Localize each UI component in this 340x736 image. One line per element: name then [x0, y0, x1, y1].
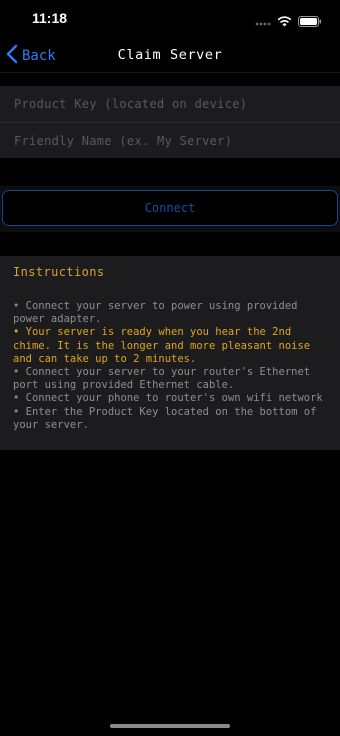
- navigation-bar: Back Claim Server: [0, 40, 340, 73]
- instruction-item-highlight: • Your server is ready when you hear the…: [13, 326, 311, 365]
- product-key-input[interactable]: [14, 97, 324, 111]
- status-bar: 11:18: [0, 0, 340, 40]
- instruction-item: • Connect your phone to router's own wif…: [13, 392, 323, 405]
- instructions-panel: Instructions • Connect your server to po…: [0, 256, 340, 450]
- instruction-item: • Connect your server to your router's E…: [13, 366, 311, 392]
- friendly-name-input[interactable]: [14, 133, 324, 148]
- wifi-icon: [277, 12, 292, 31]
- connect-section: Connect: [0, 186, 340, 232]
- instruction-item: • Enter the Product Key located on the b…: [13, 405, 317, 431]
- signal-dots-icon: [255, 12, 271, 31]
- friendly-name-row: [0, 122, 340, 158]
- battery-icon: [298, 12, 322, 31]
- page-title: Claim Server: [117, 47, 223, 63]
- home-indicator[interactable]: [110, 724, 230, 728]
- product-key-row: [0, 86, 340, 122]
- claim-form: [0, 86, 340, 158]
- connect-button[interactable]: Connect: [2, 190, 338, 226]
- instruction-item: • Connect your server to power using pro…: [13, 300, 298, 326]
- status-icons: [255, 12, 322, 31]
- status-time: 11:18: [32, 10, 68, 26]
- instructions-title: Instructions: [13, 265, 105, 279]
